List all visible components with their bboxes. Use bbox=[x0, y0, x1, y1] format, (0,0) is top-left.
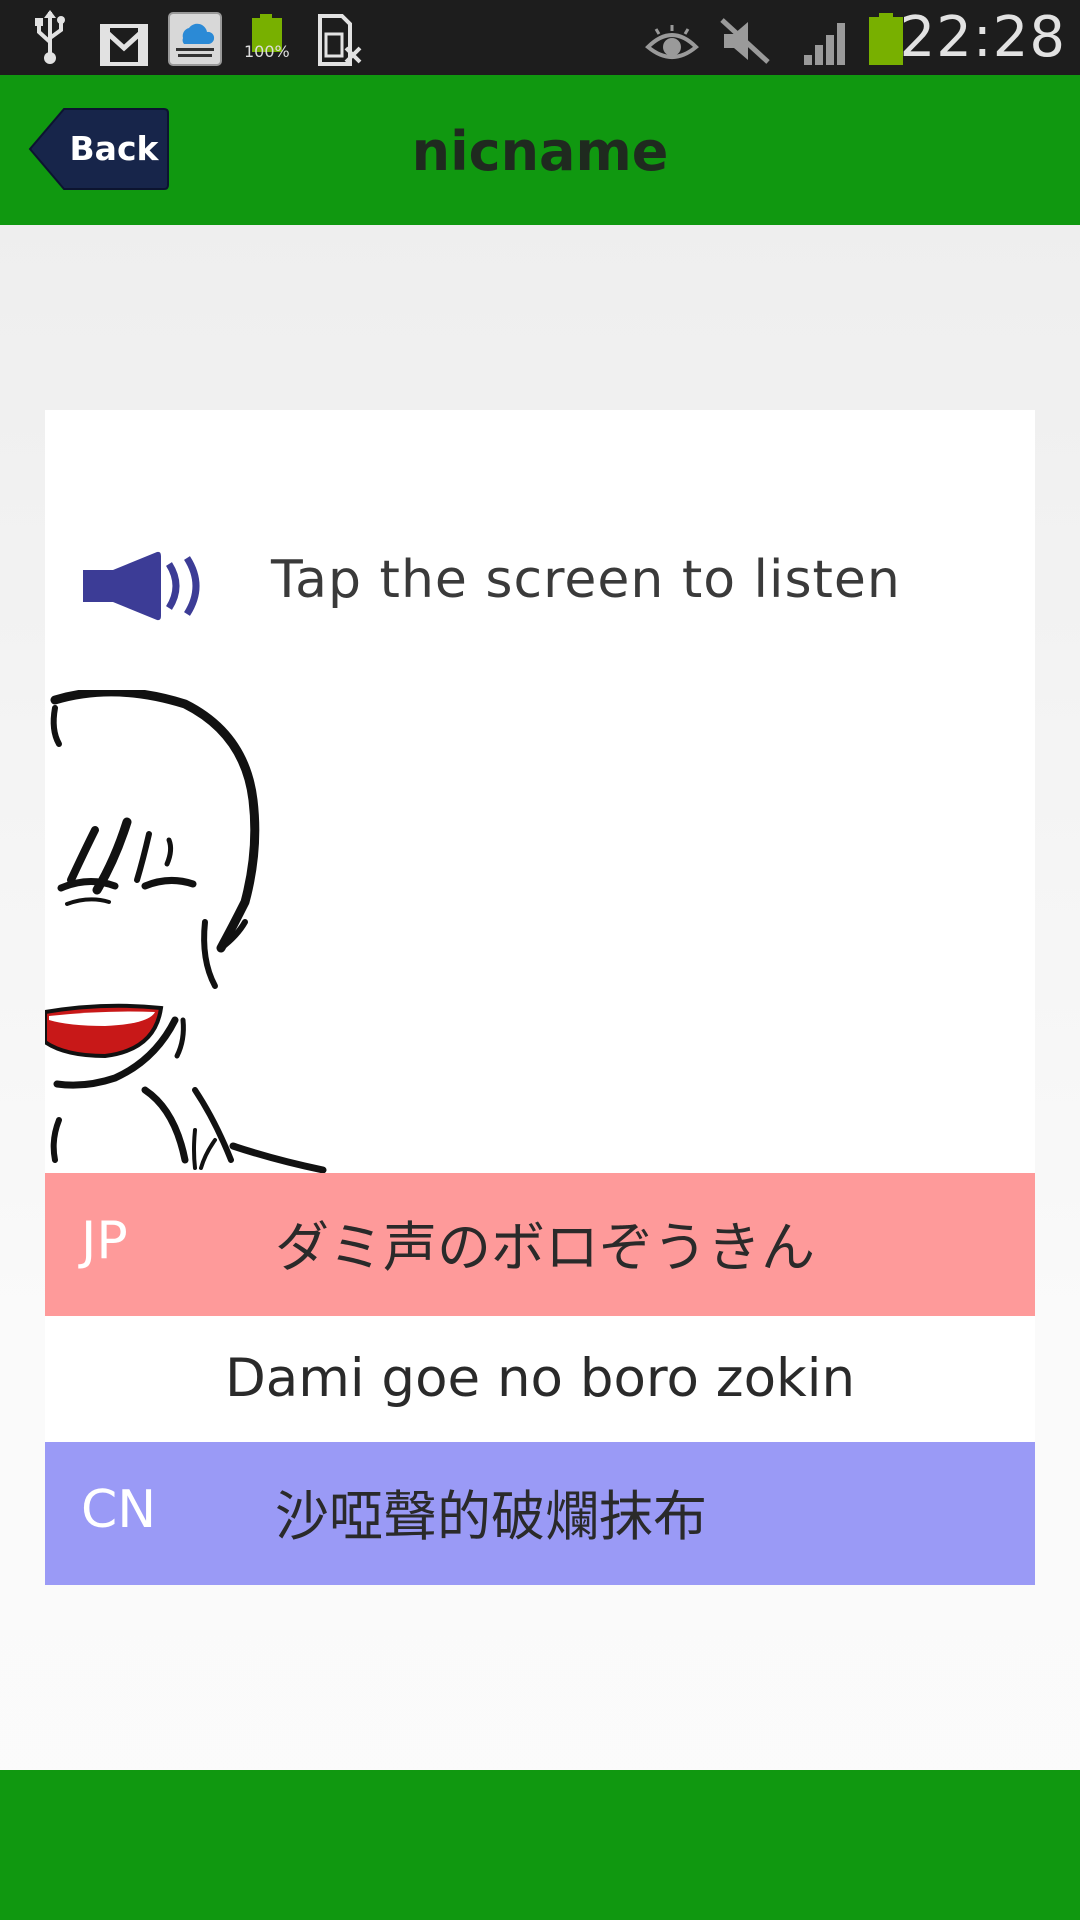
jp-lang-label: JP bbox=[81, 1211, 128, 1271]
romaji-phrase: Dami goe no boro zokin bbox=[224, 1348, 856, 1409]
status-bar: 100% 22:28 bbox=[0, 0, 1080, 75]
usb-icon bbox=[35, 10, 65, 64]
footer-bar bbox=[0, 1770, 1080, 1920]
listen-card[interactable]: Tap the screen to listen JP ダミ声のボロぞうきん D… bbox=[45, 410, 1035, 1585]
mute-icon bbox=[720, 18, 770, 64]
gmail-icon bbox=[100, 24, 148, 66]
sim-missing-icon bbox=[318, 14, 362, 66]
battery-percent-text: 100% bbox=[244, 42, 290, 61]
jp-phrase: ダミ声のボロぞうきん bbox=[275, 1216, 815, 1279]
portrait-illustration bbox=[45, 690, 327, 1174]
cn-lang-label: CN bbox=[81, 1480, 157, 1540]
speaker-icon bbox=[83, 551, 200, 621]
cloud-testing-icon bbox=[168, 12, 222, 66]
back-button-label: Back bbox=[69, 129, 159, 168]
app-header: Back nicname bbox=[0, 75, 1080, 225]
listen-hint-text: Tap the screen to listen bbox=[271, 550, 901, 610]
jp-row: JP ダミ声のボロぞうきん bbox=[45, 1173, 1035, 1316]
romaji-row: Dami goe no boro zokin bbox=[45, 1316, 1035, 1442]
eye-icon bbox=[645, 25, 699, 59]
back-button[interactable]: Back bbox=[28, 107, 170, 191]
cn-row: CN 沙啞聲的破爛抹布 bbox=[45, 1442, 1035, 1585]
signal-icon bbox=[804, 23, 845, 65]
cn-phrase: 沙啞聲的破爛抹布 bbox=[275, 1485, 707, 1548]
listen-hint: Tap the screen to listen bbox=[81, 530, 981, 630]
clock-time: 22:28 bbox=[899, 5, 1066, 70]
